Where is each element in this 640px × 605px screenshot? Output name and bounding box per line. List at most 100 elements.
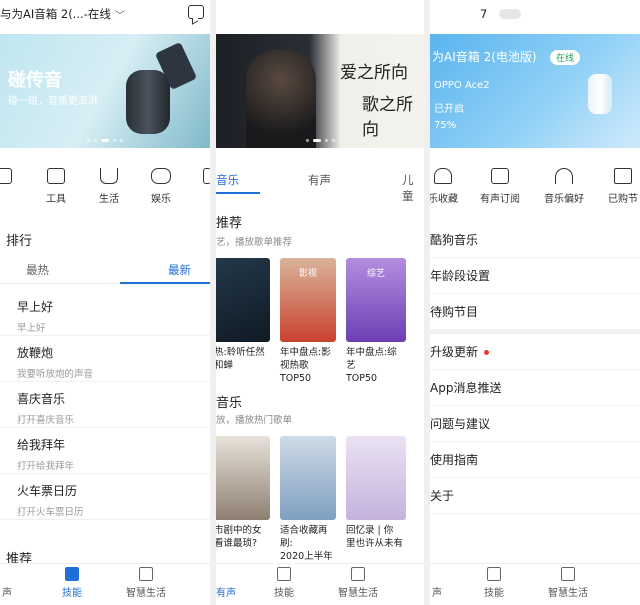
category-life[interactable]: 生活 — [99, 168, 119, 205]
playlist-cover: 影视 — [280, 258, 336, 342]
book-icon — [277, 567, 291, 581]
singer-photo — [246, 50, 316, 148]
menu-pending-purchase[interactable]: 待购节目 — [430, 294, 640, 330]
category-partial[interactable] — [0, 168, 12, 190]
category-entertainment[interactable]: 娱乐 — [151, 168, 171, 205]
banner-title-2: 歌之所向 — [362, 95, 413, 140]
bottom-nav: 声 技能 智慧生活 — [0, 563, 210, 605]
tab-underline — [216, 192, 260, 194]
playlist-card[interactable]: 适合收藏再刷: 2020上半年高分... — [280, 436, 336, 576]
playlist-card[interactable]: 热:聆听任然 和蝉 — [216, 258, 270, 385]
device-banner[interactable]: 为AI音箱 2(电池版) 在线 OPPO Ace2 已开启 75% — [430, 34, 640, 148]
vip-badge-icon — [499, 9, 522, 19]
menu-feedback[interactable]: 问题与建议 — [430, 406, 640, 442]
list-item[interactable]: 早上好 早上好 — [0, 290, 210, 336]
banner-pager — [216, 139, 424, 142]
hot-playlist-row: 市剧中的女 看谁最琐? 适合收藏再刷: 2020上半年高分... 回忆录 | 你… — [216, 436, 424, 576]
category-partial-right[interactable] — [203, 168, 210, 190]
menu-upgrade[interactable]: 升级更新 — [430, 334, 640, 370]
nav-smart-life[interactable]: 智慧生活 — [338, 567, 378, 599]
headphones-icon — [555, 168, 573, 184]
radio-icon — [491, 168, 509, 184]
list-item[interactable]: 火车票日历 打开火车票日历 — [0, 474, 210, 520]
ranking-tabs: 最热 最新 — [0, 258, 210, 284]
category-tools[interactable]: 工具 — [46, 168, 66, 205]
menu-kugou[interactable]: 酷狗音乐 — [430, 222, 640, 258]
content-tabs: 音乐 有声 儿童 — [216, 168, 424, 203]
nav-audio[interactable]: 声 — [2, 584, 12, 599]
tab-underline — [120, 282, 210, 284]
ranking-title: 排行 — [6, 234, 33, 249]
tab-newest[interactable]: 最新 — [168, 262, 191, 278]
album-banner[interactable]: 爱之所向 歌之所向 — [216, 34, 424, 148]
coffee-cup-icon — [100, 168, 118, 184]
partial-icon — [203, 168, 210, 184]
playlist-cover — [216, 258, 270, 342]
banner-subline: 碰一碰，音质更澎湃 — [8, 96, 98, 107]
shortcut-purchased[interactable]: 已购节 — [608, 168, 638, 205]
nav-skills[interactable]: 技能 — [484, 567, 504, 599]
playlist-cover: 综艺 — [346, 258, 406, 342]
gamepad-icon — [151, 168, 171, 184]
shortcut-row: 乐收藏 有声订阅 音乐偏好 已购节 — [430, 168, 640, 214]
list-item[interactable]: 放鞭炮 我要听放炮的声音 — [0, 336, 210, 382]
banner-headline: 碰传音 — [8, 70, 62, 91]
battery-level: 75% — [434, 120, 457, 131]
banner-title-1: 爱之所向 — [340, 63, 408, 83]
device-header[interactable]: 与为AI音箱 2(...-在线 ﹀ — [0, 0, 210, 28]
bottom-nav: 有声 技能 智慧生活 — [216, 563, 424, 605]
nav-skills[interactable]: 技能 — [274, 567, 294, 599]
recommend-title: 推荐 — [216, 216, 243, 231]
message-icon[interactable] — [188, 5, 204, 19]
tab-music[interactable]: 音乐 — [216, 172, 239, 188]
playlist-card[interactable]: 市剧中的女 看谁最琐? — [216, 436, 270, 576]
playlist-card[interactable]: 回忆录 | 你 里也许从未有 — [346, 436, 406, 576]
tab-audio[interactable]: 有声 — [308, 172, 331, 188]
category-row: 工具 生活 娱乐 — [0, 168, 210, 212]
status-header: 7 — [430, 0, 640, 28]
recommend-subtitle: 艺，播放歌单推荐 — [216, 237, 293, 248]
playlist-cover — [216, 436, 270, 520]
nav-audio[interactable]: 有声 — [216, 584, 236, 599]
list-item[interactable]: 喜庆音乐 打开喜庆音乐 — [0, 382, 210, 428]
header-text: 7 — [480, 7, 488, 21]
chevron-down-icon[interactable]: ﹀ — [115, 7, 125, 22]
toolbox-icon — [47, 168, 65, 184]
book-icon — [487, 567, 501, 581]
playlist-cover — [346, 436, 406, 520]
nav-smart-life[interactable]: 智慧生活 — [126, 567, 166, 599]
device-name: 为AI音箱 2(电池版) — [432, 50, 537, 64]
shortcut-music-pref[interactable]: 音乐偏好 — [544, 168, 584, 205]
list-item[interactable]: 给我拜年 打开给我拜年 — [0, 428, 210, 474]
shortcut-audio-subs[interactable]: 有声订阅 — [480, 168, 520, 205]
shortcut-favorites[interactable]: 乐收藏 — [430, 168, 458, 205]
music-title: 音乐 — [216, 396, 243, 411]
smart-home-icon — [139, 567, 153, 581]
book-icon — [65, 567, 79, 581]
nav-smart-life[interactable]: 智慧生活 — [548, 567, 588, 599]
banner-pager — [0, 139, 210, 142]
poster-label: 综艺 — [366, 269, 385, 279]
promo-banner[interactable]: 碰传音 碰一碰，音质更澎湃 — [0, 34, 210, 148]
content-panel: 爱之所向 歌之所向 音乐 有声 儿童 推荐 艺，播放歌单推荐 热:聆听任然 和蝉… — [216, 0, 424, 605]
menu-push[interactable]: App消息推送 — [430, 370, 640, 406]
menu-about[interactable]: 关于 — [430, 478, 640, 514]
connected-phone: OPPO Ace2 — [434, 80, 490, 91]
nav-skills[interactable]: 技能 — [62, 567, 82, 599]
device-title: 与为AI音箱 2(...-在线 — [0, 7, 111, 21]
tab-hottest[interactable]: 最热 — [26, 262, 49, 278]
playlist-cover — [280, 436, 336, 520]
smart-home-icon — [561, 567, 575, 581]
update-dot-icon — [484, 350, 490, 355]
menu-guide[interactable]: 使用指南 — [430, 442, 640, 478]
settings-panel: 7 为AI音箱 2(电池版) 在线 OPPO Ace2 已开启 75% 乐收藏 … — [430, 0, 640, 605]
nav-audio[interactable]: 声 — [432, 584, 442, 599]
playlist-card[interactable]: 影视 年中盘点:影视热歌 TOP50 — [280, 258, 336, 385]
bottom-nav: 声 技能 智慧生活 — [430, 563, 640, 605]
smart-home-icon — [351, 567, 365, 581]
menu-age-setting[interactable]: 年龄段设置 — [430, 258, 640, 294]
partial-icon — [0, 168, 12, 184]
tab-kids[interactable]: 儿童 — [402, 172, 424, 204]
poster-label: 影视 — [298, 269, 317, 279]
playlist-card[interactable]: 综艺 年中盘点:综艺 TOP50 — [346, 258, 406, 385]
